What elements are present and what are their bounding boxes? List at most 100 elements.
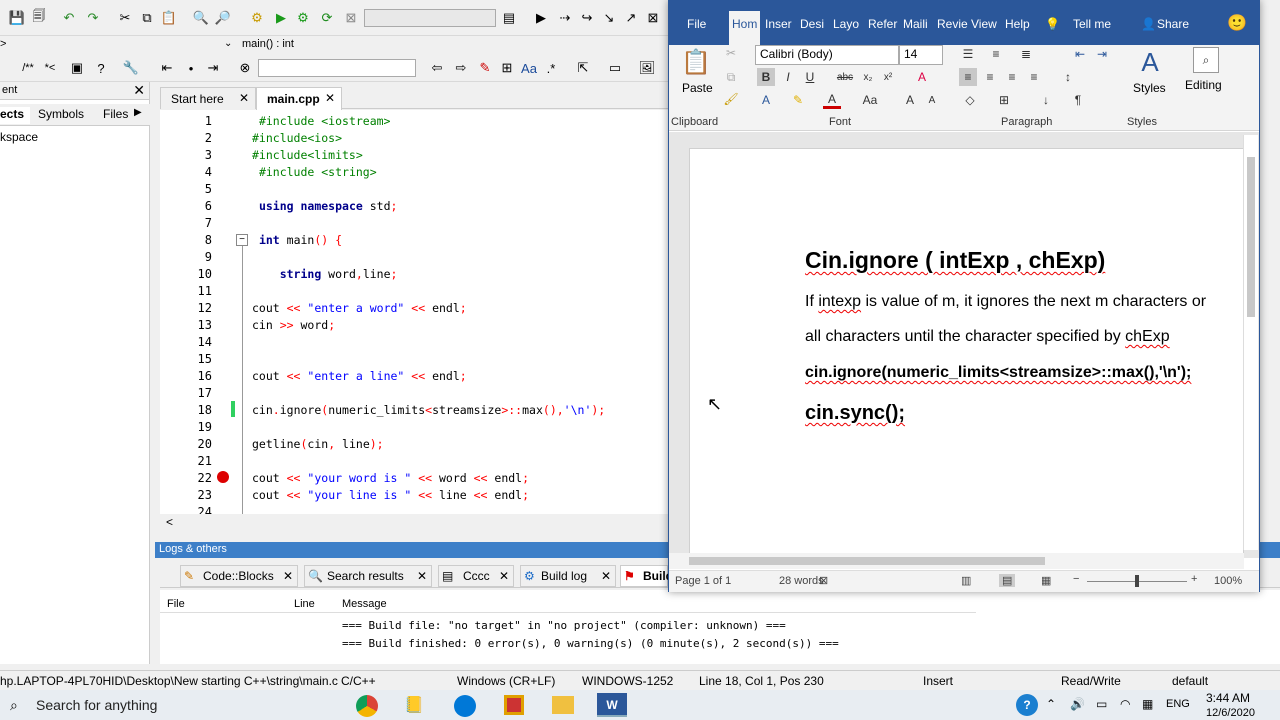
clear-format-icon[interactable]: A bbox=[913, 68, 931, 86]
tab-cccc[interactable]: ▤ Cccc ✕ bbox=[438, 565, 514, 587]
shading-icon[interactable]: ◇ bbox=[961, 91, 979, 109]
highlight-icon[interactable]: ✎ bbox=[789, 91, 807, 109]
battery-icon[interactable]: ▭ bbox=[1096, 697, 1107, 711]
code-line[interactable]: cout << "your word is " << word << endl; bbox=[252, 471, 529, 485]
clock-time[interactable]: 3:44 AM bbox=[1206, 691, 1250, 705]
doc-paragraph-1[interactable]: If intexp is value of m, it ignores the … bbox=[805, 293, 1206, 311]
subscript-icon[interactable]: x₂ bbox=[859, 68, 877, 86]
editor-hscroll[interactable]: < bbox=[160, 514, 668, 530]
app-icon[interactable]: 📒 bbox=[404, 695, 424, 715]
copy-icon[interactable]: ⧉ bbox=[138, 9, 156, 27]
abort-icon[interactable]: ⊠ bbox=[342, 9, 360, 27]
format-painter-icon[interactable]: 🖌 bbox=[723, 91, 739, 107]
italic-icon[interactable]: I bbox=[779, 68, 797, 86]
code-line[interactable]: cout << "enter a line" << endl; bbox=[252, 369, 467, 383]
bookmark-icon[interactable]: • bbox=[182, 59, 200, 77]
paste-button[interactable]: Paste bbox=[682, 81, 713, 95]
grow-font-icon[interactable]: A bbox=[901, 91, 919, 109]
tab-design[interactable]: Desi bbox=[800, 17, 824, 31]
superscript-icon[interactable]: x² bbox=[879, 68, 897, 86]
paste-icon[interactable]: 📋 bbox=[681, 47, 711, 77]
shrink-font-icon[interactable]: A bbox=[923, 91, 941, 109]
tell-me-search[interactable]: Tell me bbox=[1073, 17, 1111, 31]
underline-icon[interactable]: U bbox=[801, 68, 819, 86]
share-button[interactable]: Share bbox=[1157, 17, 1189, 31]
close-icon[interactable]: ✕ bbox=[239, 91, 249, 105]
fold-icon[interactable]: − bbox=[236, 234, 248, 246]
tab-layout[interactable]: Layo bbox=[833, 17, 859, 31]
tab-file[interactable]: File bbox=[687, 17, 706, 31]
justify-icon[interactable]: ≡ bbox=[1025, 68, 1043, 86]
clear-icon[interactable]: ⊗ bbox=[236, 59, 254, 77]
uncomment-icon[interactable]: *< bbox=[40, 59, 60, 77]
font-color-icon[interactable]: A bbox=[823, 91, 841, 109]
web-layout-icon[interactable]: ▦ bbox=[1041, 574, 1051, 587]
run-icon[interactable]: ▶ bbox=[272, 9, 290, 27]
font-size-combo[interactable]: 14 bbox=[899, 45, 943, 65]
bullets-icon[interactable]: ☰ bbox=[959, 45, 977, 63]
word-count[interactable]: 28 words bbox=[779, 575, 824, 587]
align-center-icon[interactable]: ≡ bbox=[981, 68, 999, 86]
folder-icon[interactable] bbox=[552, 696, 574, 714]
editing-button[interactable]: Editing bbox=[1185, 78, 1222, 92]
decrease-indent-icon[interactable]: ⇤ bbox=[1071, 45, 1089, 63]
tab-mailings[interactable]: Maili bbox=[903, 17, 928, 31]
code-line[interactable]: #include<limits> bbox=[252, 148, 363, 162]
find-icon[interactable]: ⌕ bbox=[1193, 47, 1219, 73]
doc-hscroll[interactable] bbox=[669, 553, 1244, 569]
line-spacing-icon[interactable]: ↕ bbox=[1059, 68, 1077, 86]
debug-run-icon[interactable]: ▶ bbox=[532, 9, 550, 27]
taskbar-search[interactable]: Search for anything bbox=[36, 697, 157, 713]
page-count[interactable]: Page 1 of 1 bbox=[675, 575, 731, 587]
prev-icon[interactable]: ⇦ bbox=[428, 59, 446, 77]
scroll-thumb[interactable] bbox=[1247, 157, 1255, 317]
help-icon[interactable]: ? bbox=[92, 59, 110, 77]
build-icon[interactable]: ⚙ bbox=[248, 9, 266, 27]
change-case-icon[interactable]: Aa bbox=[859, 91, 881, 109]
step-out-icon[interactable]: ↗ bbox=[622, 9, 640, 27]
match-icon[interactable]: ⊞ bbox=[498, 59, 516, 77]
chevron-up-icon[interactable]: ⌃ bbox=[1046, 697, 1056, 711]
code-line[interactable]: getline(cin, line); bbox=[252, 437, 384, 451]
wrench-icon[interactable]: 🔧 bbox=[122, 59, 140, 77]
tab-build-log[interactable]: ⚙ Build log ✕ bbox=[520, 565, 616, 587]
replace-icon[interactable]: 🔎 bbox=[214, 9, 232, 27]
align-left-icon[interactable]: ≡ bbox=[959, 68, 977, 86]
rect-icon[interactable]: ▭ bbox=[606, 59, 624, 77]
doc-code-1[interactable]: cin.ignore(numeric_limits<streamsize>::m… bbox=[805, 364, 1191, 382]
document-page[interactable]: Cin.ignore ( intExp , chExp) If intexp i… bbox=[689, 148, 1244, 558]
code-line[interactable]: cout << "enter a word" << endl; bbox=[252, 301, 467, 315]
tab-home[interactable]: Hom bbox=[729, 11, 761, 45]
input-language[interactable]: ENG bbox=[1166, 698, 1190, 710]
code-editor[interactable]: 1 2 3 4 5 6 7 8 9 10 11 12 13 14 15 16 17 18 19 20 21 22 23 24 … bbox=[160, 110, 668, 514]
target-options-icon[interactable]: ▤ bbox=[500, 9, 518, 27]
jump-back-icon[interactable]: ⇤ bbox=[158, 59, 176, 77]
code-line[interactable]: string word,line; bbox=[252, 267, 398, 281]
build-run-icon[interactable]: ⚙ bbox=[294, 9, 312, 27]
search-icon[interactable]: ⌕ bbox=[10, 697, 18, 714]
run-to-cursor-icon[interactable]: ⇢ bbox=[556, 9, 574, 27]
chrome-icon[interactable] bbox=[356, 695, 378, 717]
multilevel-icon[interactable]: ≣ bbox=[1017, 45, 1035, 63]
image-icon[interactable]: 🖼 bbox=[638, 59, 656, 77]
tab-files[interactable]: Files bbox=[103, 107, 128, 121]
highlight-icon[interactable]: ✎ bbox=[476, 59, 494, 77]
workspace-node[interactable]: kspace bbox=[0, 130, 38, 144]
regex-icon[interactable]: .* bbox=[542, 59, 560, 77]
tab-insert[interactable]: Inser bbox=[765, 17, 792, 31]
bold-icon[interactable]: B bbox=[757, 68, 775, 86]
save-all-icon[interactable]: 🗐 bbox=[30, 8, 48, 27]
doc-code-2[interactable]: cin.sync(); bbox=[805, 402, 905, 425]
next-icon[interactable]: ⇨ bbox=[452, 59, 470, 77]
smiley-icon[interactable]: 🙂 bbox=[1227, 13, 1247, 33]
function-scope[interactable]: main() : int bbox=[242, 38, 294, 50]
numbering-icon[interactable]: ≡ bbox=[987, 45, 1005, 63]
tab-scroll-icon[interactable]: ▶ bbox=[134, 107, 142, 118]
close-icon[interactable]: ✕ bbox=[325, 91, 335, 105]
cut-icon[interactable]: ✂ bbox=[723, 45, 739, 61]
clock-date[interactable]: 12/6/2020 bbox=[1206, 707, 1266, 720]
find-icon[interactable]: 🔍 bbox=[192, 9, 210, 27]
close-icon[interactable]: ✕ bbox=[283, 569, 293, 583]
align-right-icon[interactable]: ≡ bbox=[1003, 68, 1021, 86]
doc-vscroll[interactable] bbox=[1243, 135, 1258, 550]
